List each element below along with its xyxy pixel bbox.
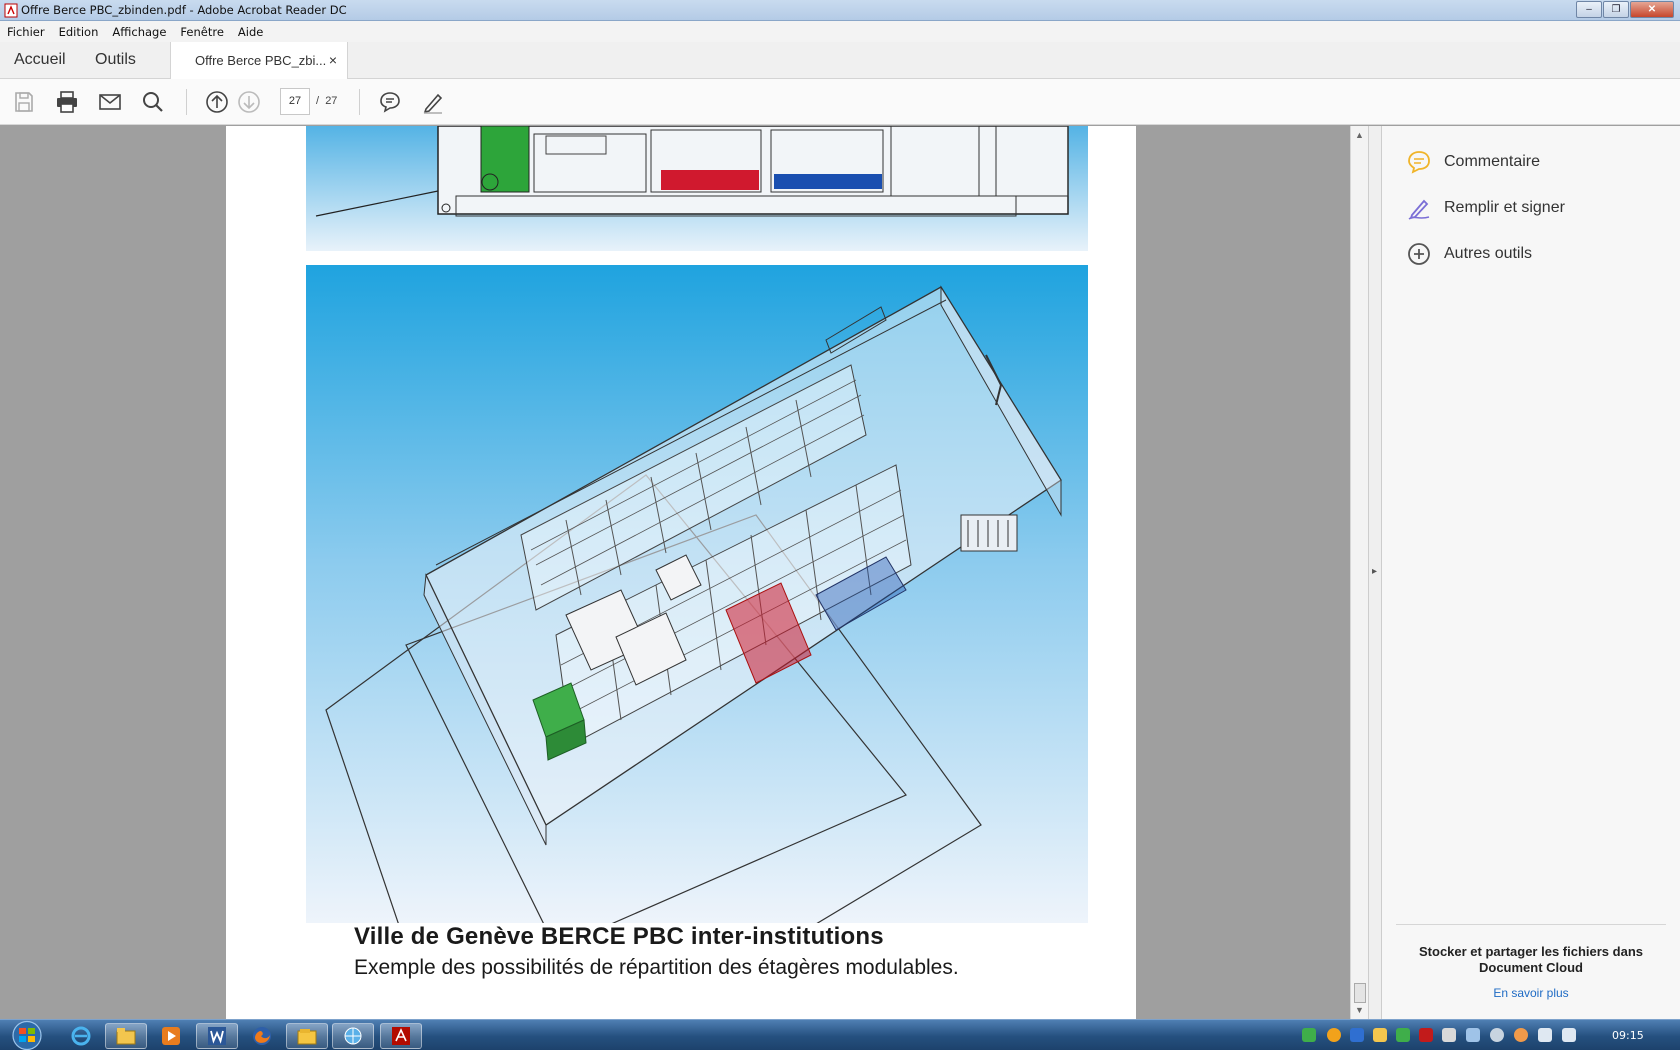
acrobat-app-icon — [4, 3, 18, 18]
tray-usb-icon[interactable] — [1442, 1028, 1456, 1042]
scrollbar-thumb[interactable] — [1354, 983, 1366, 1003]
tab-close-icon[interactable]: × — [329, 52, 337, 68]
firefox-icon — [253, 1027, 271, 1045]
learn-more-link[interactable]: En savoir plus — [1396, 986, 1666, 1000]
tray-app-icon[interactable] — [1302, 1028, 1316, 1042]
media-player-icon — [162, 1027, 180, 1045]
tab-outils[interactable]: Outils — [95, 51, 136, 69]
comment-icon[interactable] — [378, 90, 402, 114]
email-icon[interactable] — [98, 90, 122, 114]
menu-fichier[interactable]: Fichier — [0, 25, 52, 39]
scroll-down-icon[interactable]: ▼ — [1355, 1005, 1364, 1015]
close-button[interactable]: ✕ — [1630, 1, 1674, 18]
page-number-input[interactable]: 27 — [280, 88, 310, 115]
tray-sync-icon[interactable] — [1396, 1028, 1410, 1042]
tool-remplir-signer[interactable]: Remplir et signer — [1406, 195, 1565, 221]
tray-security-icon[interactable] — [1350, 1028, 1364, 1042]
print-icon[interactable] — [55, 90, 79, 114]
plus-circle-icon — [1408, 243, 1430, 265]
taskbar-acrobat[interactable] — [380, 1023, 422, 1049]
tray-network-icon[interactable] — [1538, 1028, 1552, 1042]
pen-icon[interactable] — [421, 90, 445, 114]
start-button[interactable] — [6, 1020, 48, 1050]
page-separator: / — [316, 95, 320, 107]
scroll-up-icon[interactable]: ▲ — [1355, 130, 1364, 140]
tray-cloud-icon[interactable] — [1514, 1028, 1528, 1042]
taskbar: 09:15 — [0, 1019, 1680, 1050]
restore-button[interactable]: ❐ — [1603, 1, 1629, 18]
fill-sign-icon — [1408, 199, 1430, 220]
menu-fenetre[interactable]: Fenêtre — [173, 25, 230, 39]
save-icon[interactable] — [12, 90, 36, 114]
collapse-right-icon: ▸ — [1372, 566, 1378, 577]
menu-edition[interactable]: Edition — [52, 25, 106, 39]
taskbar-internet-explorer[interactable] — [60, 1023, 102, 1049]
tab-accueil[interactable]: Accueil — [14, 51, 66, 69]
word-icon — [208, 1027, 226, 1045]
taskbar-firefox[interactable] — [241, 1023, 283, 1049]
floorplan-drawing — [306, 126, 1088, 251]
network-icon — [344, 1027, 362, 1045]
right-panel-toggle[interactable]: ▸ — [1368, 126, 1382, 1019]
caption-title: Ville de Genève BERCE PBC inter-institut… — [354, 923, 884, 950]
file-explorer-icon — [116, 1028, 136, 1045]
internet-explorer-icon — [71, 1026, 91, 1046]
tray-clock-icon[interactable] — [1490, 1028, 1504, 1042]
toolbar — [0, 79, 1680, 125]
folder-icon — [297, 1029, 317, 1045]
tab-document[interactable]: Offre Berce PBC_zbi... × — [170, 42, 348, 79]
tab-document-label: Offre Berce PBC_zbi... — [195, 53, 327, 68]
tool-commentaire-label: Commentaire — [1444, 153, 1541, 170]
taskbar-network[interactable] — [332, 1023, 374, 1049]
acrobat-icon — [392, 1027, 410, 1045]
search-icon[interactable] — [141, 90, 165, 114]
shelving-3d-illustration — [306, 265, 1088, 923]
taskbar-file-explorer[interactable] — [105, 1023, 147, 1049]
comment-icon — [1408, 151, 1430, 174]
title-bar: Offre Berce PBC_zbinden.pdf - Adobe Acro… — [0, 0, 1680, 21]
page-down-icon[interactable] — [237, 90, 261, 114]
toolbar-separator — [186, 89, 187, 115]
tray-volume-icon[interactable] — [1562, 1028, 1576, 1042]
menu-aide[interactable]: Aide — [231, 25, 270, 39]
toolbar-separator — [359, 89, 360, 115]
tools-pane: Commentaire Remplir et signer Autres out… — [1382, 126, 1680, 1019]
tray-display-icon[interactable] — [1466, 1028, 1480, 1042]
page-total: / 27 — [316, 95, 337, 107]
tray-folder-icon[interactable] — [1373, 1028, 1387, 1042]
tool-autres-outils-label: Autres outils — [1444, 245, 1533, 262]
system-clock[interactable]: 09:15 — [1612, 1029, 1644, 1042]
vertical-scrollbar[interactable]: ▲ ▼ — [1350, 126, 1368, 1019]
taskbar-word[interactable] — [196, 1023, 238, 1049]
window-title: Offre Berce PBC_zbinden.pdf - Adobe Acro… — [21, 3, 347, 17]
menu-affichage[interactable]: Affichage — [105, 25, 173, 39]
tool-autres-outils[interactable]: Autres outils — [1406, 241, 1532, 267]
pdf-page: Ville de Genève BERCE PBC inter-institut… — [226, 126, 1136, 1019]
tool-remplir-signer-label: Remplir et signer — [1444, 199, 1565, 216]
document-cloud-text: Stocker et partager les fichiers dans Do… — [1419, 944, 1643, 975]
tray-update-icon[interactable] — [1327, 1028, 1341, 1042]
document-viewport[interactable]: Ville de Genève BERCE PBC inter-institut… — [0, 126, 1371, 1019]
tray-antivirus-icon[interactable] — [1419, 1028, 1433, 1042]
page-up-icon[interactable] — [205, 90, 229, 114]
taskbar-folder[interactable] — [286, 1023, 328, 1049]
taskbar-media-player[interactable] — [150, 1023, 192, 1049]
pane-divider — [1396, 924, 1666, 925]
tab-bar: Accueil Outils Offre Berce PBC_zbi... × — [0, 42, 1680, 79]
page-total-value: 27 — [325, 95, 338, 107]
menu-bar: Fichier Edition Affichage Fenêtre Aide — [0, 21, 1680, 42]
minimize-button[interactable]: – — [1576, 1, 1602, 18]
caption-subtitle: Exemple des possibilités de répartition … — [354, 956, 959, 979]
tool-commentaire[interactable]: Commentaire — [1406, 149, 1540, 175]
